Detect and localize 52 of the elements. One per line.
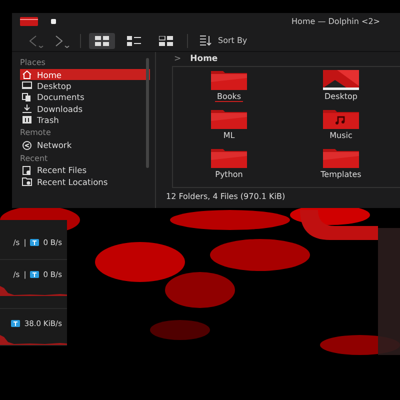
breadcrumb-item[interactable]: Home [190,54,218,64]
view-mode-button[interactable] [89,32,115,48]
section-heading: Remote [20,127,52,140]
sidebar-item[interactable]: Recent Files [20,164,150,176]
grid-view-icon [95,36,109,46]
recent-file-icon [22,166,32,175]
folder-icon [211,109,247,129]
compact-view-icon [127,36,141,46]
file-item[interactable]: Templates [285,148,397,187]
sort-icon [200,35,212,46]
file-name: Desktop [324,92,358,102]
sidebar-item[interactable]: Network [20,139,150,151]
status-bar-text: 12 Folders, 4 Files (970.1 KiB) [165,191,286,201]
sort-button[interactable]: Sort By [196,32,252,48]
home-icon [22,70,32,80]
window-title: Home — Dolphin <2> [292,17,380,26]
folder-icon [20,17,38,26]
sidebar-item[interactable]: Home [20,69,150,80]
sidebar-item[interactable]: Recent Locations [20,176,150,188]
sidebar-item[interactable]: Desktop [20,80,150,92]
upload-icon [30,239,40,246]
network-icon [22,140,32,150]
documents-icon [22,92,32,102]
folder-icon [211,148,247,168]
folder-icon [211,70,247,90]
file-name: Books [214,92,244,102]
file-item[interactable]: Books [173,70,285,109]
music-folder-icon [323,109,359,129]
section-heading: Places [20,57,46,69]
download-icon [22,104,32,114]
sidebar-item[interactable]: Documents [20,92,150,103]
file-name: Python [214,170,244,180]
tiles-view-icon [159,36,173,46]
folder-icon [323,148,359,168]
file-item[interactable]: Python [173,148,285,187]
sidebar-item[interactable]: Downloads [20,102,150,114]
desktop-folder-icon [323,70,359,90]
file-name: Templates [320,170,362,180]
sidebar-item[interactable]: Trash [20,114,150,126]
pin-icon[interactable] [51,19,56,24]
upload-icon [11,320,20,327]
trash-icon [22,115,32,124]
section-heading: Recent [20,152,49,165]
file-name: Music [328,131,354,141]
file-item[interactable]: ML [173,109,285,148]
file-item[interactable]: Music [285,109,397,148]
file-item[interactable]: Desktop [285,70,397,109]
monitor-icon [22,81,32,90]
breadcrumb-separator: > [174,54,182,64]
upload-icon [30,271,40,278]
file-name: ML [222,131,236,141]
recent-folder-icon [22,177,32,186]
